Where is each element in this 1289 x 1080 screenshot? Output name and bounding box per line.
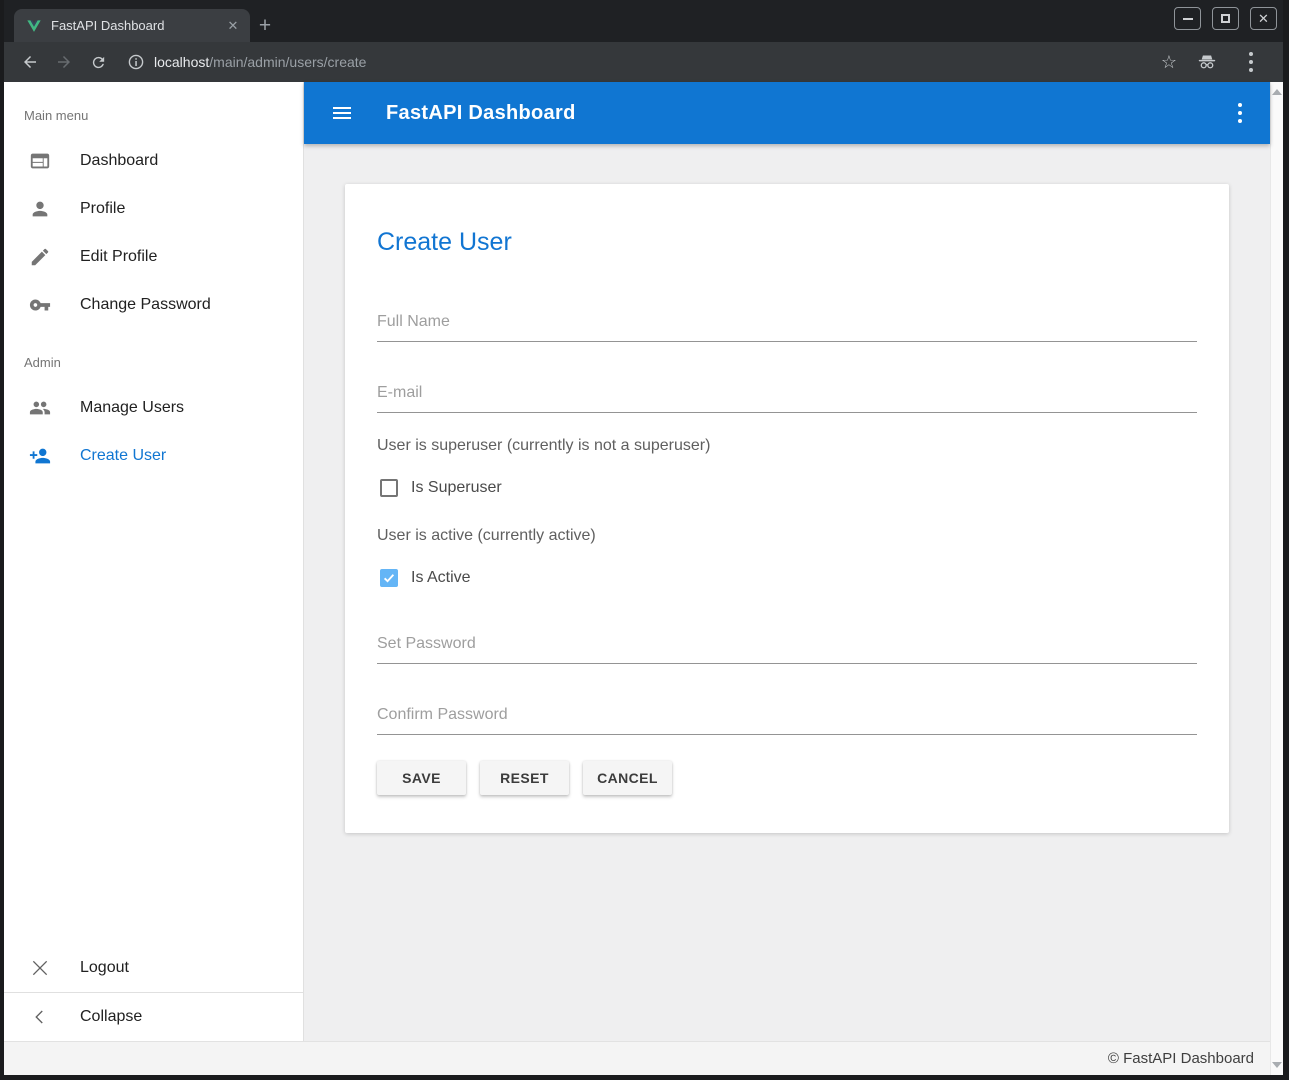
url-path: /main/admin/users/create [209,54,366,70]
sidebar-item-label: Dashboard [80,152,158,170]
is-active-row: Is Active [377,569,1197,587]
sidebar-item-logout[interactable]: Logout [4,944,303,992]
maximize-button[interactable] [1212,7,1239,30]
is-active-label: Is Active [411,569,471,587]
app-menu-icon[interactable] [1226,99,1254,127]
person-add-icon [28,444,52,468]
new-tab-button[interactable]: + [250,9,280,42]
sidebar-item-label: Profile [80,200,125,218]
forward-icon[interactable] [50,48,78,76]
page-scrollbar[interactable] [1270,82,1283,1075]
sidebar-section-admin: Admin [4,329,303,384]
cancel-button[interactable]: CANCEL [583,761,672,795]
set-password-field-wrap [377,635,1197,664]
app-footer: © FastAPI Dashboard [4,1041,1270,1075]
key-icon [28,293,52,317]
full-name-field-wrap [377,313,1197,342]
tab-strip: FastAPI Dashboard ✕ + ✕ [4,0,1283,42]
sidebar-item-profile[interactable]: Profile [4,185,303,233]
sidebar-item-collapse[interactable]: Collapse [4,993,303,1041]
url-host: localhost [154,54,209,70]
is-active-checkbox[interactable] [380,569,398,587]
is-superuser-label: Is Superuser [411,479,502,497]
sidebar-item-label: Collapse [80,1008,142,1026]
confirm-password-input[interactable] [377,706,1197,735]
sidebar-item-label: Logout [80,959,129,977]
is-superuser-checkbox[interactable] [380,479,398,497]
sidebar-item-change-password[interactable]: Change Password [4,281,303,329]
sidebar-item-dashboard[interactable]: Dashboard [4,137,303,185]
footer-copyright: © FastAPI Dashboard [1108,1050,1254,1067]
url-bar[interactable]: localhost/main/admin/users/create [128,54,1161,70]
vue-favicon-icon [26,18,42,34]
tab-title: FastAPI Dashboard [51,18,224,33]
form-actions: SAVE RESET CANCEL [377,761,1197,795]
sidebar-item-manage-users[interactable]: Manage Users [4,384,303,432]
sidebar: Main menu Dashboard Profile [4,82,304,1041]
scrollbar-up-arrow-icon[interactable] [1272,89,1282,95]
reset-button[interactable]: RESET [480,761,569,795]
sidebar-item-label: Edit Profile [80,248,157,266]
dashboard-icon [28,149,52,173]
people-icon [28,396,52,420]
active-helper-text: User is active (currently active) [377,527,1197,545]
email-input[interactable] [377,384,1197,413]
full-name-input[interactable] [377,313,1197,342]
page-content: Create User User is superuser (currently… [304,144,1270,1041]
sidebar-item-label: Create User [80,447,166,465]
set-password-input[interactable] [377,635,1197,664]
back-icon[interactable] [16,48,44,76]
hamburger-menu-icon[interactable] [330,101,354,125]
window-controls: ✕ [1174,7,1277,30]
sidebar-item-label: Manage Users [80,399,184,417]
browser-toolbar: localhost/main/admin/users/create ☆ [4,42,1283,82]
refresh-icon[interactable] [84,48,112,76]
app-title: FastAPI Dashboard [386,102,576,125]
minimize-button[interactable] [1174,7,1201,30]
confirm-password-field-wrap [377,706,1197,735]
sidebar-item-edit-profile[interactable]: Edit Profile [4,233,303,281]
is-superuser-row: Is Superuser [377,479,1197,497]
logout-x-icon [28,956,52,980]
page-title: Create User [377,228,1197,257]
create-user-card: Create User User is superuser (currently… [345,184,1229,833]
sidebar-item-create-user[interactable]: Create User [4,432,303,480]
close-window-button[interactable]: ✕ [1250,7,1277,30]
person-icon [28,197,52,221]
save-button[interactable]: SAVE [377,761,466,795]
chevron-left-icon [28,1005,52,1029]
bookmark-star-icon[interactable]: ☆ [1161,52,1177,73]
superuser-helper-text: User is superuser (currently is not a su… [377,437,1197,455]
sidebar-item-label: Change Password [80,296,211,314]
browser-window: FastAPI Dashboard ✕ + ✕ localhost/main/a… [0,0,1289,1080]
browser-menu-icon[interactable] [1237,48,1265,76]
scrollbar-down-arrow-icon[interactable] [1272,1062,1282,1068]
tab-close-icon[interactable]: ✕ [224,17,242,35]
app-header: FastAPI Dashboard [304,82,1270,144]
incognito-icon [1197,53,1217,71]
site-info-icon[interactable] [128,54,144,70]
checkmark-icon [382,571,396,585]
browser-tab[interactable]: FastAPI Dashboard ✕ [14,9,250,42]
email-field-wrap [377,384,1197,413]
sidebar-section-main-menu: Main menu [4,82,303,137]
pencil-icon [28,245,52,269]
